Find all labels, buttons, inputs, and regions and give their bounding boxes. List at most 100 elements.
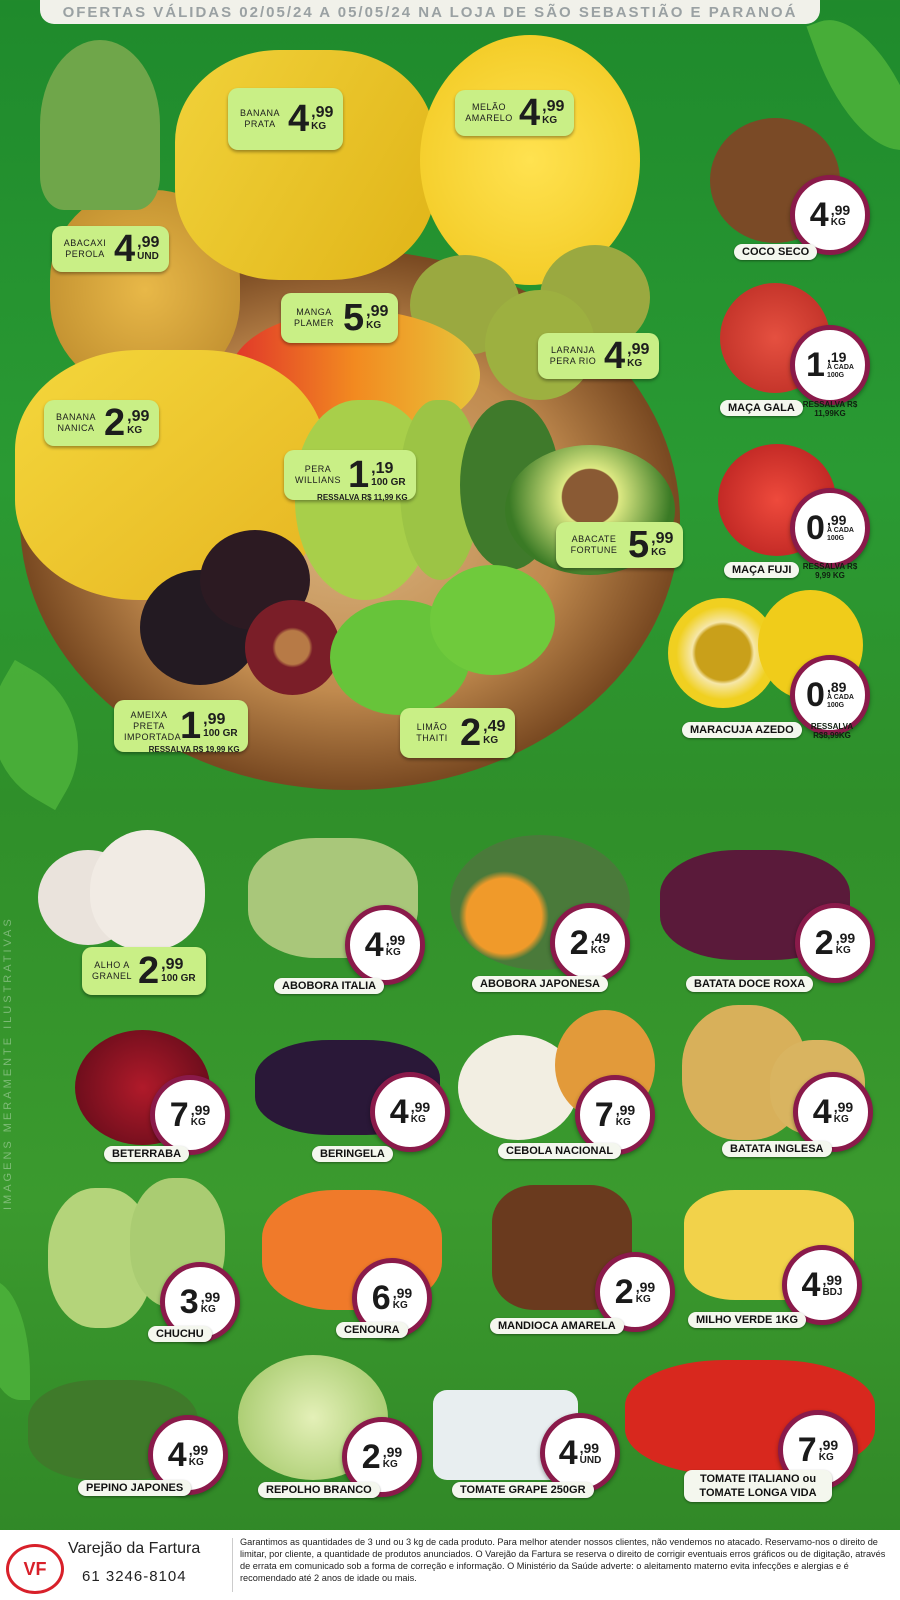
badge-price-integer: 4 [389, 1093, 409, 1131]
badge-unit: KG [590, 944, 606, 956]
badge-price-integer: 7 [594, 1096, 614, 1134]
price-badge-tomate-grape: 4 ,99 UND [540, 1413, 620, 1493]
badge-price-integer: 0 [806, 509, 825, 547]
badge-price-integer: 4 [809, 196, 829, 234]
store-name: Varejão da Fartura [68, 1540, 201, 1557]
badge-unit: UND [579, 1454, 602, 1466]
badge-price-cents: ,99 [830, 201, 851, 218]
badge-price-integer: 4 [364, 926, 384, 964]
banana-prata-image [175, 50, 435, 280]
resale-note: RESSALVA R$8,99KG [810, 722, 854, 740]
resale-note: RESSALVA R$ 9,99 KG [802, 562, 858, 580]
tag-price-integer: 4 [604, 335, 626, 377]
badge-price-integer: 2 [361, 1438, 381, 1476]
badge-price-integer: 4 [167, 1436, 187, 1474]
tag-price-cents: ,99 [161, 956, 184, 973]
badge-unit: KG [392, 1299, 408, 1311]
tag-unit: 100 GR [203, 728, 238, 739]
tag-price-integer: 5 [628, 524, 650, 566]
badge-price-integer: 0 [806, 676, 825, 714]
product-label: CENOURA [336, 1322, 408, 1338]
price-badge-beterraba: 7 ,99 KG [150, 1075, 230, 1155]
product-label: ABOBORA JAPONESA [472, 976, 608, 992]
price-tag-manga: MANGA PLAMER 5 ,99 KG [281, 293, 399, 343]
tag-price-cents: ,99 [542, 98, 565, 115]
tag-name: MANGA PLAMER [293, 307, 334, 328]
badge-price-integer: 4 [558, 1434, 578, 1472]
tag-price-cents: ,99 [651, 530, 674, 547]
price-badge-maca-gala: 1 ,19 A CADA 100G [790, 325, 870, 405]
product-label: MARACUJA AZEDO [682, 722, 802, 738]
badge-price-cents: ,99 [818, 1436, 839, 1453]
badge-price-cents: ,99 [579, 1439, 600, 1456]
badge-price-cents: ,99 [385, 931, 406, 948]
tag-price-integer: 4 [519, 92, 541, 134]
badge-unit-extra: 100G [826, 702, 845, 709]
badge-price-cents: ,99 [635, 1278, 656, 1295]
footer-divider [232, 1538, 233, 1592]
badge-unit: A CADA [826, 364, 854, 371]
tag-unit: KG [127, 425, 143, 436]
tag-name: MELÃO AMARELO [465, 102, 513, 123]
price-tag-melao: MELÃO AMARELO 4 ,99 KG [455, 90, 575, 136]
tag-name: LIMÃO THAITI [416, 722, 448, 743]
tag-unit: KG [627, 358, 643, 369]
badge-price-integer: 2 [814, 924, 834, 962]
legal-disclaimer: Garantimos as quantidades de 3 und ou 3 … [240, 1537, 886, 1583]
tag-unit: KG [366, 320, 382, 331]
badge-price-cents: ,99 [382, 1443, 403, 1460]
product-label: BATATA INGLESA [722, 1141, 832, 1157]
badge-price-integer: 2 [569, 924, 589, 962]
badge-unit: KG [833, 1113, 849, 1125]
product-label: BERINGELA [312, 1146, 393, 1162]
badge-unit: KG [200, 1303, 216, 1315]
price-badge-batata-inglesa: 4 ,99 KG [793, 1072, 873, 1152]
product-label: ABOBORA ITALIA [274, 978, 385, 994]
product-label: TOMATE ITALIANO ou TOMATE LONGA VIDA [684, 1470, 832, 1502]
garlic-image [90, 830, 205, 950]
tag-name: ABACAXI PEROLA [63, 238, 107, 259]
price-tag-abacate: ABACATE FORTUNE 5 ,99 KG [556, 522, 684, 568]
tag-price-integer: 4 [114, 228, 136, 270]
badge-price-integer: 6 [371, 1279, 391, 1317]
store-phone: 61 3246-8104 [82, 1568, 187, 1585]
leaf-decoration [0, 1280, 30, 1400]
tag-price-integer: 5 [343, 297, 365, 339]
product-label: REPOLHO BRANCO [258, 1482, 380, 1498]
badge-price-cents: ,99 [835, 929, 856, 946]
offer-validity-text: OFERTAS VÁLIDAS 02/05/24 A 05/05/24 NA L… [62, 3, 798, 21]
tag-price-cents: ,99 [366, 303, 389, 320]
tag-name: BANANA NANICA [55, 412, 96, 433]
badge-unit: KG [385, 946, 401, 958]
product-label: CHUCHU [148, 1326, 212, 1342]
tag-unit: KG [542, 115, 558, 126]
product-label: PEPINO JAPONES [78, 1480, 192, 1496]
product-label: COCO SECO [734, 244, 818, 260]
product-label: MAÇA GALA [720, 400, 803, 416]
tag-unit: UND [137, 251, 159, 262]
price-tag-limao: LIMÃO THAITI 2 ,49 KG [400, 708, 516, 758]
tag-name: ABACATE FORTUNE [570, 534, 618, 555]
badge-price-integer: 3 [179, 1283, 199, 1321]
lime-image [430, 565, 555, 675]
badge-unit: KG [188, 1456, 204, 1468]
price-tag-ameixa: AMEIXA PRETA IMPORTADA 1 ,99 100 GR RESSA… [114, 700, 248, 754]
tag-name: LARANJA PERA RIO [549, 345, 597, 366]
badge-price-integer: 2 [614, 1273, 634, 1311]
illustrative-images-note: IMAGENS MERAMENTE ILUSTRATIVAS [2, 916, 14, 1210]
tag-price-cents: ,19 [371, 460, 394, 477]
tag-name: ALHO A GRANEL [92, 960, 133, 981]
tag-name: PERA WILLIANS [294, 464, 341, 485]
tag-price-integer: 4 [288, 98, 310, 140]
tag-unit: KG [483, 735, 499, 746]
badge-unit: KG [382, 1458, 398, 1470]
badge-unit: KG [635, 1293, 651, 1305]
badge-price-cents: ,99 [392, 1284, 413, 1301]
badge-price-cents: ,89 [826, 679, 847, 695]
price-tag-abacaxi: ABACAXI PEROLA 4 ,99 UND [52, 226, 170, 272]
tag-price-integer: 2 [138, 950, 160, 992]
price-badge-abobora-italia: 4 ,99 KG [345, 905, 425, 985]
product-label: MILHO VERDE 1KG [688, 1312, 807, 1328]
product-label: MANDIOCA AMARELA [490, 1318, 624, 1334]
price-badge-batata-doce: 2 ,99 KG [795, 903, 875, 983]
